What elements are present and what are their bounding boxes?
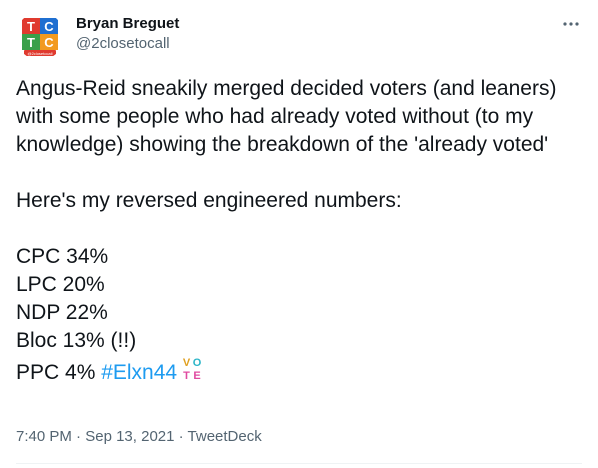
tweet-paragraph: Angus-Reid sneakily merged decided voter… <box>16 77 557 156</box>
tweet-paragraph: Here's my reversed engineered numbers: <box>16 189 402 212</box>
tweet-header: T C T C @2closetocall Bryan Breguet @2cl… <box>16 12 582 62</box>
more-horizontal-icon <box>563 22 579 26</box>
tweet-text: Angus-Reid sneakily merged decided voter… <box>16 75 582 387</box>
tweet-time[interactable]: 7:40 PM <box>16 428 72 445</box>
tweet-card: T C T C @2closetocall Bryan Breguet @2cl… <box>0 0 598 468</box>
hashtag-link[interactable]: #Elxn44 <box>101 361 177 384</box>
vote-emoji-letter: O <box>193 357 202 369</box>
avatar[interactable]: T C T C @2closetocall <box>16 12 64 60</box>
author-names: Bryan Breguet @2closetocall <box>76 14 179 54</box>
vote-emoji-icon: V O T E <box>181 355 203 383</box>
poll-number-text: PPC 4% <box>16 361 102 384</box>
avatar-letter: C <box>44 19 54 34</box>
avatar-caption: @2closetocall <box>28 51 53 56</box>
tctc-logo-icon: T C T C @2closetocall <box>16 12 64 60</box>
more-options-button[interactable] <box>560 14 582 34</box>
poll-number-line: LPC 20% <box>16 273 105 296</box>
poll-number-line: CPC 34% <box>16 245 109 268</box>
tweet-date[interactable]: Sep 13, 2021 <box>85 428 174 445</box>
vote-emoji-letter: T <box>183 370 190 382</box>
avatar-letter: C <box>44 35 54 50</box>
poll-number-line-last: PPC 4% #Elxn44 V O T E <box>16 355 582 387</box>
avatar-letter: T <box>27 35 35 50</box>
poll-number-line: NDP 22% <box>16 301 108 324</box>
tweet-meta: 7:40 PM · Sep 13, 2021 · TweetDeck <box>16 427 262 447</box>
author-display-name[interactable]: Bryan Breguet <box>76 14 179 34</box>
vote-emoji-letter: V <box>183 357 191 369</box>
tweet-source[interactable]: TweetDeck <box>188 428 262 445</box>
poll-number-line: Bloc 13% (!!) <box>16 329 137 352</box>
meta-separator: · <box>174 428 188 445</box>
vote-emoji-letter: E <box>193 370 200 382</box>
meta-separator: · <box>71 428 86 445</box>
author-handle[interactable]: @2closetocall <box>76 34 179 54</box>
avatar-letter: T <box>27 19 35 34</box>
divider <box>16 463 582 464</box>
